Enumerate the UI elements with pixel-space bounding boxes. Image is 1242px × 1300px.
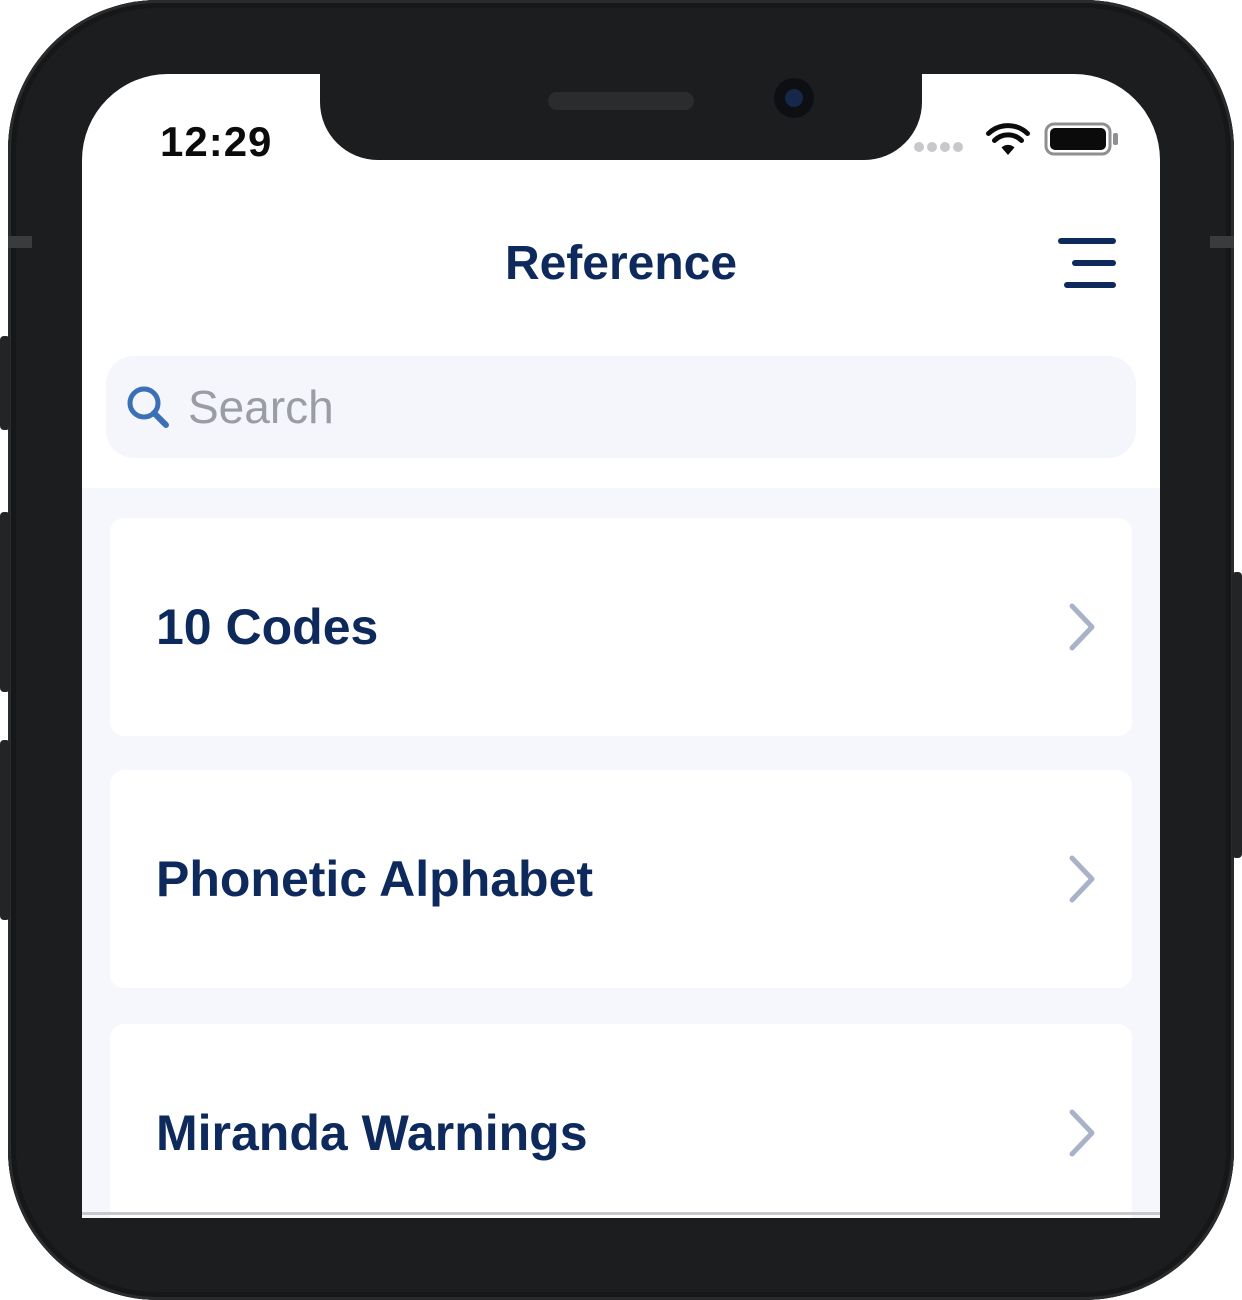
frame-seam-left: [8, 236, 32, 248]
search-bar[interactable]: [106, 356, 1136, 458]
wifi-icon: [986, 123, 1030, 155]
menu-button[interactable]: [1056, 236, 1116, 290]
mute-switch: [0, 336, 10, 430]
cellular-signal-icon: [914, 142, 966, 152]
search-input[interactable]: [186, 379, 1090, 435]
volume-up-button: [0, 512, 10, 692]
status-icons: [914, 122, 1120, 156]
front-camera: [774, 78, 814, 118]
list-item-miranda-warnings[interactable]: Miranda Warnings: [110, 1024, 1132, 1218]
power-button: [1232, 572, 1242, 858]
chevron-right-icon: [1069, 1109, 1095, 1157]
status-time: 12:29: [160, 118, 273, 165]
volume-down-button: [0, 740, 10, 920]
frame-seam-right: [1210, 236, 1234, 248]
list-item-10-codes[interactable]: 10 Codes: [110, 518, 1132, 736]
device-notch: [320, 60, 922, 160]
reference-list: 10 Codes Phonetic Alphabet Miranda Warni…: [82, 488, 1160, 1218]
navigation-header: Reference: [82, 224, 1160, 306]
list-item-phonetic-alphabet[interactable]: Phonetic Alphabet: [110, 770, 1132, 988]
battery-icon: [1044, 122, 1118, 156]
list-item-label: Phonetic Alphabet: [156, 851, 594, 907]
screen-bottom-edge: [82, 1212, 1160, 1215]
search-icon: [127, 386, 169, 428]
list-item-label: Miranda Warnings: [156, 1105, 588, 1161]
earpiece-speaker: [548, 92, 694, 110]
page-title: Reference: [504, 237, 738, 290]
chevron-right-icon: [1069, 603, 1095, 651]
list-item-label: 10 Codes: [156, 599, 379, 655]
app-screen: 12:29 Reference Search 10 Codes Phonetic…: [82, 74, 1160, 1218]
chevron-right-icon: [1069, 855, 1095, 903]
